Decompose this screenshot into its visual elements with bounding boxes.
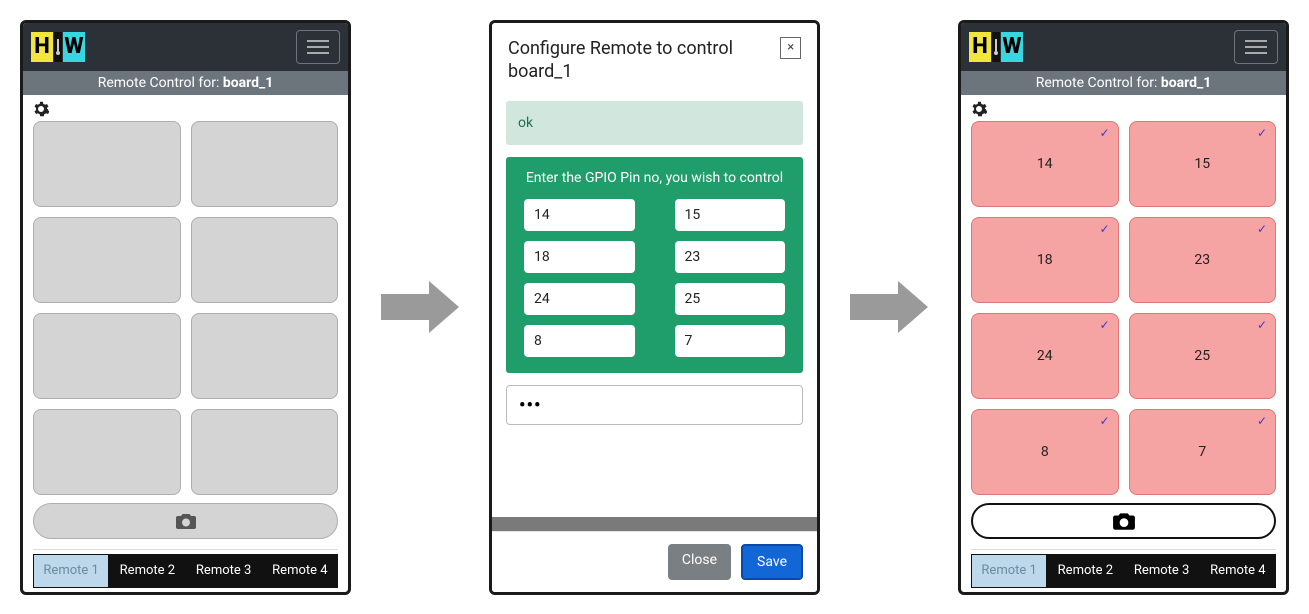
button-label: 14 (1037, 156, 1053, 172)
remote-button-4[interactable] (191, 217, 339, 303)
tab-remote-1[interactable]: Remote 1 (971, 554, 1047, 588)
modal-header: Configure Remote to control board_1 × (492, 23, 817, 94)
check-icon: ✓ (1099, 414, 1109, 428)
remote-button-2[interactable]: ✓ 15 (1129, 121, 1277, 207)
hamburger-icon (307, 46, 329, 48)
menu-button[interactable] (1234, 30, 1278, 64)
gpio-instruction: Enter the GPIO Pin no, you wish to contr… (520, 169, 789, 187)
gpio-input-4[interactable]: 23 (675, 241, 786, 273)
camera-button[interactable] (971, 503, 1276, 539)
tab-remote-2[interactable]: Remote 2 (1047, 554, 1123, 588)
close-icon: × (787, 40, 794, 55)
tab-remote-2[interactable]: Remote 2 (109, 554, 185, 588)
navbar: H W (961, 23, 1286, 71)
screen-initial: H W Remote Control for: board_1 (20, 20, 351, 595)
subheader-bar: Remote Control for: board_1 (961, 71, 1286, 95)
arrow-2 (850, 281, 928, 333)
remote-button-3[interactable] (33, 217, 181, 303)
menu-button[interactable] (296, 30, 340, 64)
tab-remote-1[interactable]: Remote 1 (33, 554, 109, 588)
remote-button-7[interactable] (33, 409, 181, 495)
remote-button-8[interactable] (191, 409, 339, 495)
check-icon: ✓ (1257, 318, 1267, 332)
tab-remote-4[interactable]: Remote 4 (262, 554, 338, 588)
remote-button-5[interactable] (33, 313, 181, 399)
subheader-board: board_1 (1161, 75, 1211, 91)
gpio-input-7[interactable]: 8 (524, 325, 635, 357)
subheader-board: board_1 (223, 75, 273, 91)
app-logo[interactable]: H W (969, 30, 1023, 64)
tab-remote-3[interactable]: Remote 3 (186, 554, 262, 588)
navbar: H W (23, 23, 348, 71)
button-label: 23 (1194, 252, 1210, 268)
remote-button-2[interactable] (191, 121, 339, 207)
check-icon: ✓ (1099, 126, 1109, 140)
tab-remote-3[interactable]: Remote 3 (1124, 554, 1200, 588)
subheader-bar: Remote Control for: board_1 (23, 71, 348, 95)
remote-button-4[interactable]: ✓ 23 (1129, 217, 1277, 303)
gear-icon[interactable] (33, 101, 51, 119)
screen-configure-modal: Configure Remote to control board_1 × ok… (489, 20, 820, 595)
button-label: 7 (1198, 444, 1206, 460)
gpio-input-6[interactable]: 25 (675, 283, 786, 315)
remote-button-1[interactable] (33, 121, 181, 207)
remote-button-6[interactable]: ✓ 25 (1129, 313, 1277, 399)
remote-tabs: Remote 1 Remote 2 Remote 3 Remote 4 (33, 554, 338, 588)
screen-configured: H W Remote Control for: board_1 ✓14 ✓15 … (958, 20, 1289, 595)
modal-close-button[interactable]: × (780, 37, 801, 59)
gpio-input-3[interactable]: 18 (524, 241, 635, 273)
camera-button[interactable] (33, 503, 338, 539)
check-icon: ✓ (1257, 414, 1267, 428)
remote-button-7[interactable]: ✓8 (971, 409, 1119, 495)
extra-input[interactable]: ••• (506, 385, 803, 425)
app-logo[interactable]: H W (31, 30, 85, 64)
camera-icon (1112, 511, 1136, 531)
tab-remote-4[interactable]: Remote 4 (1200, 554, 1276, 588)
remote-button-8[interactable]: ✓7 (1129, 409, 1277, 495)
remote-tabs: Remote 1 Remote 2 Remote 3 Remote 4 (971, 554, 1276, 588)
camera-icon (175, 512, 197, 530)
check-icon: ✓ (1099, 222, 1109, 236)
button-label: 8 (1041, 444, 1049, 460)
modal-actions: Close Save (492, 531, 817, 592)
check-icon: ✓ (1099, 318, 1109, 332)
check-icon: ✓ (1257, 222, 1267, 236)
remote-button-6[interactable] (191, 313, 339, 399)
modal-title: Configure Remote to control board_1 (508, 37, 780, 84)
hamburger-icon (1245, 46, 1267, 48)
check-icon: ✓ (1257, 126, 1267, 140)
button-label: 18 (1037, 252, 1053, 268)
save-button[interactable]: Save (741, 544, 803, 580)
button-grid (33, 121, 338, 495)
button-label: 24 (1037, 348, 1053, 364)
remote-button-3[interactable]: ✓ 18 (971, 217, 1119, 303)
button-grid: ✓14 ✓15 ✓18 ✓23 ✓24 ✓25 ✓8 ✓7 (971, 121, 1276, 495)
gpio-input-2[interactable]: 15 (675, 199, 786, 231)
gear-icon[interactable] (971, 101, 989, 119)
gpio-panel: Enter the GPIO Pin no, you wish to contr… (506, 157, 803, 373)
remote-button-5[interactable]: ✓ 24 (971, 313, 1119, 399)
gpio-input-8[interactable]: 7 (675, 325, 786, 357)
subheader-prefix: Remote Control for: (1036, 75, 1161, 91)
arrow-1 (381, 281, 459, 333)
button-label: 25 (1194, 348, 1210, 364)
close-button[interactable]: Close (668, 544, 731, 580)
remote-button-1[interactable]: ✓ 14 (971, 121, 1119, 207)
gpio-input-5[interactable]: 24 (524, 283, 635, 315)
button-label: 15 (1194, 156, 1210, 172)
gpio-input-1[interactable]: 14 (524, 199, 635, 231)
status-message: ok (506, 101, 803, 145)
subheader-prefix: Remote Control for: (98, 75, 223, 91)
